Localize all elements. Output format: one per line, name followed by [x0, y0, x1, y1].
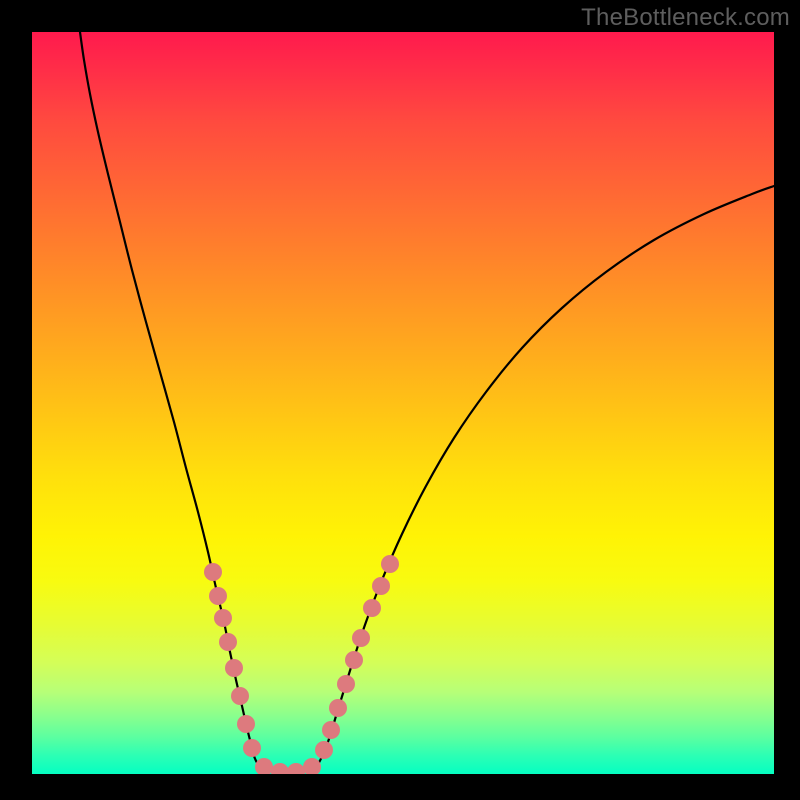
bead-marker: [315, 741, 333, 759]
bead-marker: [255, 758, 273, 774]
bead-marker: [271, 763, 289, 774]
bead-marker: [322, 721, 340, 739]
bottleneck-curve: [80, 32, 774, 773]
bead-marker: [372, 577, 390, 595]
bead-marker: [352, 629, 370, 647]
bead-marker: [204, 563, 222, 581]
bead-marker: [214, 609, 232, 627]
bead-group: [204, 555, 399, 774]
bead-marker: [237, 715, 255, 733]
bead-marker: [287, 763, 305, 774]
bead-marker: [303, 758, 321, 774]
bead-marker: [209, 587, 227, 605]
bottleneck-curve-svg: [32, 32, 774, 774]
bead-marker: [345, 651, 363, 669]
plot-area: [32, 32, 774, 774]
bead-marker: [337, 675, 355, 693]
bead-marker: [243, 739, 261, 757]
bead-marker: [381, 555, 399, 573]
bead-marker: [231, 687, 249, 705]
bead-marker: [219, 633, 237, 651]
bead-marker: [329, 699, 347, 717]
bead-marker: [225, 659, 243, 677]
bead-marker: [363, 599, 381, 617]
watermark-text: TheBottleneck.com: [581, 4, 790, 32]
chart-frame: TheBottleneck.com: [0, 0, 800, 800]
